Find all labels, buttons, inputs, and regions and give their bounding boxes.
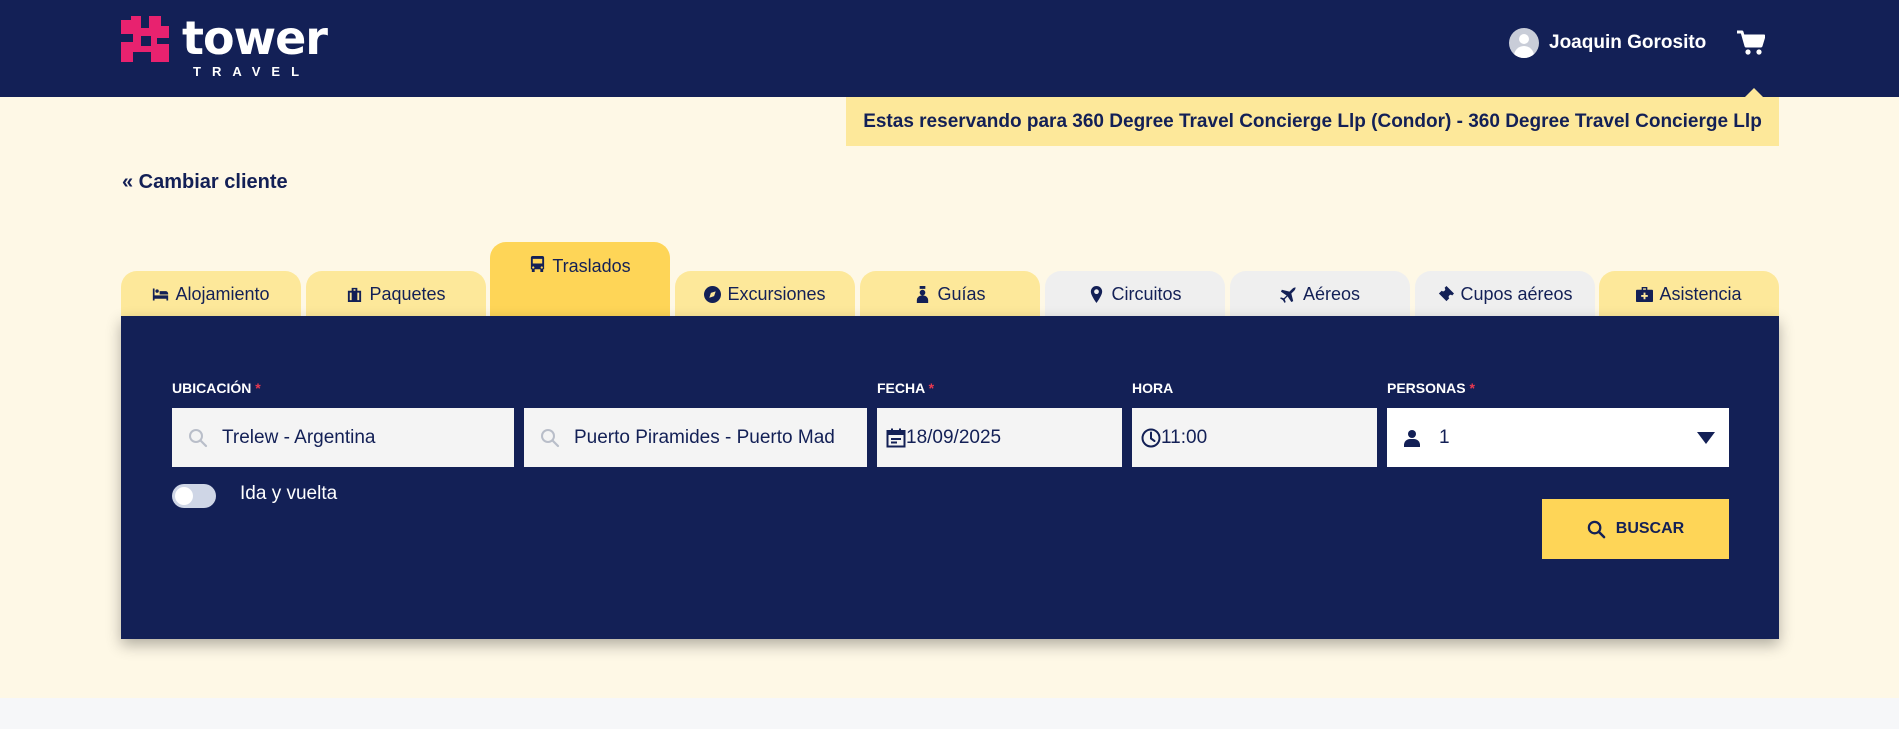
person-icon [1403,429,1421,447]
round-trip-label: Ida y vuelta [240,483,338,504]
booking-client-banner: Estas reservando para 360 Degree Travel … [846,97,1779,146]
search-icon [1587,520,1606,538]
search-button-label: BUSCAR [1615,520,1685,537]
bed-icon [153,288,169,300]
suitcase-icon [348,287,362,302]
origin-input[interactable]: Trelew - Argentina [172,408,514,467]
tab-label: Traslados [552,256,631,276]
banner-text: Estas reservando para 360 Degree Travel … [863,111,1762,132]
user-menu[interactable]: Joaquin Gorosito [1509,27,1706,59]
tab-guias[interactable]: Guías [860,271,1040,317]
persons-select[interactable]: 1 [1387,408,1729,467]
tab-label: Excursiones [727,283,826,304]
time-input[interactable]: 11:00 [1132,408,1377,467]
transfer-search-panel [121,316,1779,639]
user-avatar-icon [1509,28,1539,58]
tab-label: Paquetes [369,283,446,304]
logo-wordmark: tower [182,11,328,65]
date-value: 18/09/2025 [906,426,1002,448]
tab-traslados[interactable]: Traslados [490,242,670,317]
persons-value: 1 [1439,426,1450,448]
time-label: HORA [1132,380,1174,396]
bus-icon [531,256,545,273]
tab-aereos[interactable]: Aéreos [1230,271,1410,317]
tab-cupos-aereos[interactable]: Cupos aéreos [1415,271,1595,317]
clock-icon [1141,428,1161,448]
chevron-down-icon [1697,431,1715,444]
date-input[interactable]: 18/09/2025 [877,408,1122,467]
tab-label: Asistencia [1659,283,1742,304]
tab-label: Circuitos [1111,283,1182,304]
tab-asistencia[interactable]: Asistencia [1599,271,1779,317]
user-name: Joaquin Gorosito [1549,32,1707,53]
destination-value: Puerto Piramides - Puerto Mad [574,426,835,448]
tower-travel-logo[interactable]: tower TRAVEL [121,12,328,80]
date-label: FECHA * [877,380,935,396]
persons-label: PERSONAS * [1387,380,1475,396]
tab-circuitos[interactable]: Circuitos [1045,271,1225,317]
logo-mark-icon [121,16,169,62]
round-trip-toggle[interactable] [172,484,216,508]
calendar-icon [886,428,906,448]
search-icon [540,428,560,448]
tab-alojamiento[interactable]: Alojamiento [121,271,301,317]
logo-subtitle: TRAVEL [193,64,311,79]
plane-icon [1279,286,1297,303]
guide-icon [917,285,929,303]
location-label: UBICACIÓN * [172,380,261,396]
origin-value: Trelew - Argentina [222,426,376,448]
time-value: 11:00 [1161,426,1208,448]
tab-label: Alojamiento [175,283,270,304]
tab-paquetes[interactable]: Paquetes [306,271,486,317]
search-icon [188,428,208,448]
medical-kit-icon [1636,286,1654,302]
map-pin-icon [1091,285,1103,303]
destination-input[interactable]: Puerto Piramides - Puerto Mad [524,408,867,467]
ticket-icon [1439,285,1455,301]
top-header: tower TRAVEL Joaquin Gorosito [0,0,1899,97]
cart-icon[interactable] [1737,30,1765,56]
tab-excursiones[interactable]: Excursiones [675,271,855,317]
tab-label: Guías [937,283,986,304]
tab-label: Aéreos [1302,283,1361,304]
change-client-link[interactable]: « Cambiar cliente [122,171,288,194]
search-button[interactable]: BUSCAR [1542,499,1729,559]
compass-icon [704,285,722,303]
tab-label: Cupos aéreos [1460,283,1573,304]
